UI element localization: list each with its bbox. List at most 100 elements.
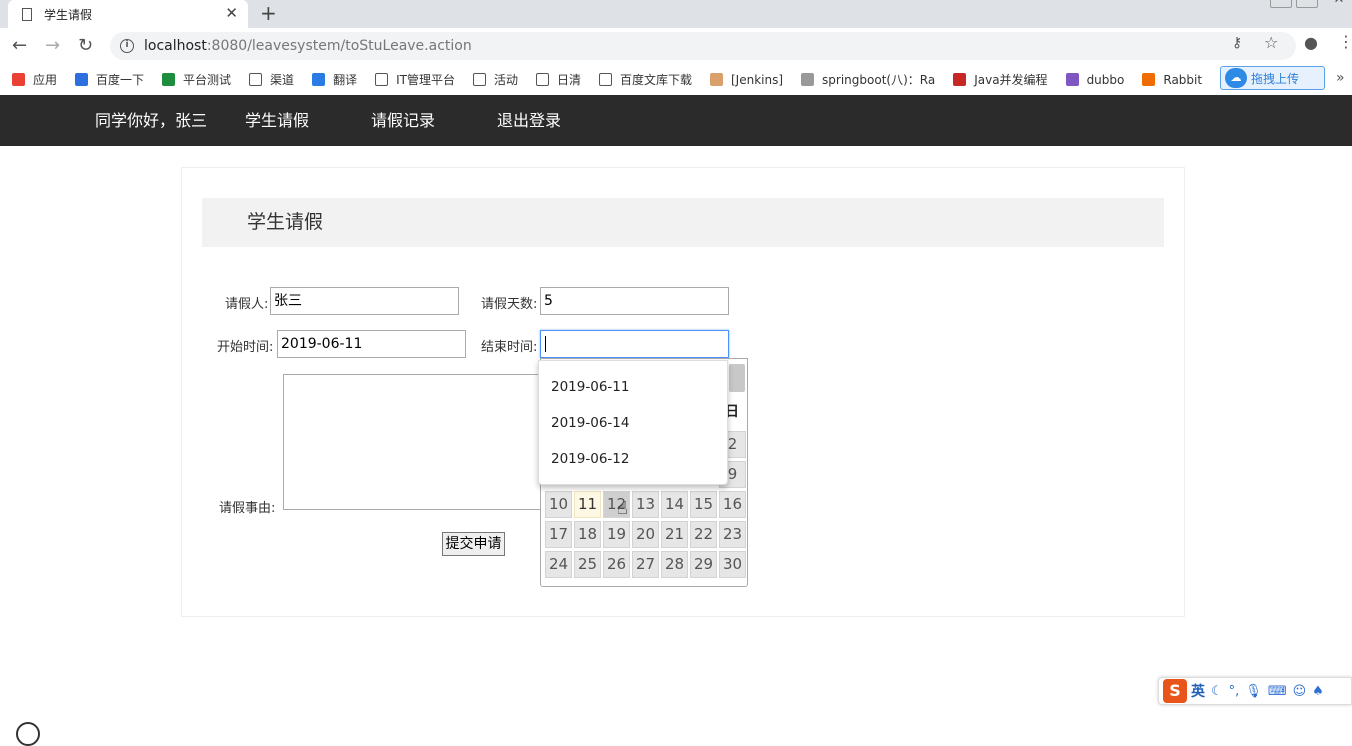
start-time-input[interactable]: 2019-06-11 [277,330,466,358]
picker-scroll-thumb[interactable] [729,364,745,392]
bookmark-favicon-icon [1065,73,1079,86]
bookmark-item[interactable]: springboot(八)：Ra [801,71,935,88]
bookmark-star-icon[interactable]: ☆ [1264,33,1278,52]
bookmark-label: 百度文库下载 [619,73,692,87]
restore-icon[interactable] [1296,0,1318,8]
bookmark-label: Java并发编程 [974,73,1048,87]
upload-label: 拖拽上传 [1251,71,1300,86]
calendar-day[interactable]: 27 [632,551,659,578]
browser-tab-strip: 学生请假 ✕ + ✕ [0,0,1352,28]
forward-icon[interactable]: → [45,35,60,56]
calendar-day[interactable]: 18 [574,521,601,548]
calendar-day[interactable]: 28 [661,551,688,578]
reload-icon[interactable]: ↻ [78,35,93,56]
punctuation-icon[interactable]: °, [1229,684,1240,699]
calendar-day[interactable]: 30 [719,551,746,578]
calendar-day[interactable]: 11 [574,491,601,518]
cloud-icon: ☁ [1225,68,1247,88]
nav-student-leave[interactable]: 学生请假 [245,95,309,146]
calendar-day[interactable]: 17 [545,521,572,548]
calendar-day[interactable]: 13 [632,491,659,518]
calendar-day[interactable]: 10 [545,491,572,518]
bookmark-label: 平台测试 [183,73,232,87]
key-icon[interactable]: ⚷ [1232,35,1242,51]
bookmark-item[interactable]: 翻译 [312,71,357,88]
tab-close-icon[interactable]: ✕ [225,4,238,22]
text-caret [545,336,546,352]
bookmark-favicon-icon [162,73,176,86]
calendar-day[interactable]: 26 [603,551,630,578]
calendar-day[interactable]: 15 [690,491,717,518]
keyboard-icon[interactable]: ⌨ [1268,684,1287,699]
days-input[interactable]: 5 [540,287,729,315]
bookmark-favicon-icon [375,73,389,86]
bookmark-item[interactable]: 活动 [472,71,518,88]
bookmark-label: 渠道 [270,73,295,87]
bookmark-favicon-icon [249,73,263,86]
bookmark-favicon-icon [312,73,326,86]
bookmarks-overflow-icon[interactable]: » [1336,70,1345,86]
user-icon[interactable]: ☺ [1293,684,1307,699]
ime-mode-toggle[interactable]: 英 [1191,681,1205,701]
bookmark-item[interactable]: Rabbit [1142,73,1202,87]
minimize-icon[interactable] [1270,0,1292,8]
bookmark-item[interactable]: Java并发编程 [953,71,1048,88]
bookmark-item[interactable]: [Jenkins] [710,73,783,87]
moon-icon[interactable]: ☾ [1211,684,1223,699]
bookmark-item[interactable]: 日清 [535,71,581,88]
calendar-day[interactable]: 20 [632,521,659,548]
calendar-day[interactable]: 14 [661,491,688,518]
site-info-icon[interactable]: i [120,39,134,53]
panel-heading: 学生请假 [202,198,1164,247]
applicant-input[interactable]: 张三 [270,287,459,315]
bookmark-label: IT管理平台 [396,73,455,87]
bookmark-favicon-icon [598,73,612,86]
applicant-label: 请假人: [225,297,269,312]
end-time-input[interactable] [540,330,729,358]
calendar-day[interactable]: 29 [690,551,717,578]
bookmark-label: 百度一下 [96,73,145,87]
top-nav: 同学你好，张三 学生请假 请假记录 退出登录 [0,95,1352,146]
url-omnibox[interactable]: i localhost:8080/leavesystem/toStuLeave.… [110,32,1296,60]
calendar-day[interactable]: 16 [719,491,746,518]
autocomplete-dropdown: 2019-06-11 2019-06-14 2019-06-12 [538,360,728,485]
drag-upload-button[interactable]: ☁ 拖拽上传 [1220,66,1325,90]
microphone-icon[interactable]: 🎙 [1245,684,1262,699]
calendar-day[interactable]: 24 [545,551,572,578]
calendar-day[interactable]: 19 [603,521,630,548]
bookmark-item[interactable]: 百度文库下载 [598,71,692,88]
bookmark-label: 应用 [33,73,58,87]
nav-logout[interactable]: 退出登录 [497,95,561,146]
browser-tab[interactable]: 学生请假 ✕ [8,0,248,28]
end-time-label: 结束时间: [481,340,538,355]
calendar-day[interactable]: 21 [661,521,688,548]
reason-textarea[interactable] [283,374,553,510]
suggestion-item[interactable]: 2019-06-11 [551,379,629,395]
suggestion-item[interactable]: 2019-06-12 [551,451,629,467]
bookmark-item[interactable]: dubbo [1065,73,1124,87]
skin-icon[interactable]: ♠ [1312,684,1324,699]
address-bar-row: ← → ↻ i localhost:8080/leavesystem/toStu… [0,28,1352,64]
suggestion-item[interactable]: 2019-06-14 [551,415,629,431]
bookmark-favicon-icon [75,73,89,86]
bookmark-label: 活动 [493,73,518,87]
back-icon[interactable]: ← [12,35,27,56]
sogou-logo-icon[interactable]: S [1163,679,1187,703]
nav-greeting: 同学你好，张三 [95,111,208,130]
nav-leave-records[interactable]: 请假记录 [371,95,435,146]
window-close-icon[interactable]: ✕ [1328,0,1350,8]
menu-kebab-icon[interactable]: ⋮ [1338,32,1352,51]
bookmark-item[interactable]: 渠道 [249,71,294,88]
bookmarks-bar: 应用 百度一下 平台测试 渠道 翻译 IT管理平台 活动 日清 百度文库下载 [Jenkins] s… [0,64,1352,95]
bookmark-item[interactable]: 平台测试 [162,71,231,88]
bookmark-item[interactable]: 百度一下 [75,71,144,88]
new-tab-button[interactable]: + [260,1,277,25]
calendar-day[interactable]: 25 [574,551,601,578]
profile-icon[interactable]: ● [1304,33,1318,52]
calendar-day[interactable]: 23 [719,521,746,548]
calendar-day[interactable]: 22 [690,521,717,548]
bookmark-item[interactable]: 应用 [12,71,57,88]
bookmark-favicon-icon [1142,73,1156,86]
submit-button[interactable]: 提交申请 [442,532,505,556]
bookmark-item[interactable]: IT管理平台 [375,71,455,88]
